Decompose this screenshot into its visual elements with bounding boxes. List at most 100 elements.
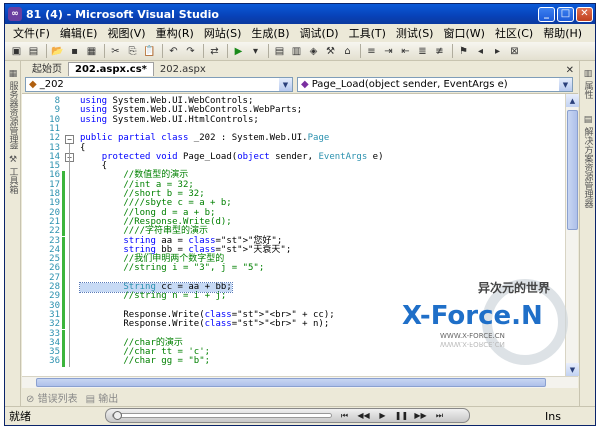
class-combo[interactable]: ◆ _202 ▼ [25, 77, 293, 92]
change-marker [62, 348, 65, 358]
scroll-down-icon[interactable]: ▼ [566, 363, 579, 376]
rewind-icon[interactable]: ◀◀ [357, 410, 370, 421]
change-marker [62, 217, 65, 228]
tab-output[interactable]: ▤ 输出 [86, 390, 119, 405]
next-bookmark-icon[interactable]: ▸ [490, 44, 505, 58]
copy-icon[interactable]: ⎘ [125, 44, 140, 58]
method-combo[interactable]: ◆ Page_Load(object sender, EventArgs e) … [297, 77, 573, 92]
tab-202-aspx[interactable]: 202.aspx [154, 63, 212, 76]
clear-bookmarks-icon[interactable]: ⊠ [507, 44, 522, 58]
properties-tab-icon: ▥ [583, 69, 593, 79]
add-item-icon[interactable]: ▤ [26, 44, 41, 58]
class-icon: ◆ [29, 79, 37, 90]
close-button[interactable]: ✕ [576, 6, 593, 22]
redo-icon[interactable]: ↷ [183, 44, 198, 58]
toolbox-label: 工具箱 [7, 167, 18, 194]
status-ready: 就绪 [9, 410, 31, 423]
menu-debug[interactable]: 调试(D) [295, 25, 344, 41]
collapse-icon[interactable]: − [65, 134, 74, 144]
menu-bar: 文件(F) 编辑(E) 视图(V) 重构(R) 网站(S) 生成(B) 调试(D… [5, 24, 595, 42]
properties-icon[interactable]: ▥ [289, 44, 304, 58]
tab-error-list[interactable]: ⊘ 错误列表 [26, 390, 78, 405]
menu-help[interactable]: 帮助(H) [538, 25, 587, 41]
horizontal-scrollbar[interactable] [22, 376, 578, 388]
scroll-up-icon[interactable]: ▲ [566, 94, 579, 107]
menu-community[interactable]: 社区(C) [490, 25, 538, 41]
menu-build[interactable]: 生成(B) [246, 25, 294, 41]
navigation-bar: ◆ _202 ▼ ◆ Page_Load(object sender, Even… [22, 76, 578, 94]
start-page-icon[interactable]: ⌂ [340, 44, 355, 58]
undo-icon[interactable]: ↶ [166, 44, 181, 58]
new-project-icon[interactable]: ▣ [9, 44, 24, 58]
pause-icon[interactable]: ❚❚ [395, 410, 408, 421]
menu-tools[interactable]: 工具(T) [344, 25, 391, 41]
menu-edit[interactable]: 编辑(E) [55, 25, 103, 41]
forward-end-icon[interactable]: ⏭ [433, 410, 446, 421]
change-marker [62, 208, 65, 218]
object-browser-icon[interactable]: ◈ [306, 44, 321, 58]
outdent-icon[interactable]: ⇤ [398, 44, 413, 58]
scroll-thumb[interactable] [567, 110, 578, 230]
cut-icon[interactable]: ✂ [108, 44, 123, 58]
tab-start-page[interactable]: 起始页 [26, 59, 68, 76]
bookmark-icon[interactable]: ⚑ [456, 44, 471, 58]
properties-tab[interactable]: ▥ 属性 [581, 69, 595, 109]
title-bar[interactable]: ∞ 81 (4) - Microsoft Visual Studio _ □ ✕ [5, 4, 595, 24]
close-document-icon[interactable]: ✕ [566, 65, 574, 76]
change-marker [62, 357, 65, 367]
toolbar-separator [203, 44, 204, 58]
change-marker [62, 283, 65, 293]
tab-202-aspx-cs[interactable]: 202.aspx.cs* [68, 62, 154, 76]
toolbox-tab-icon: ⚒ [8, 155, 18, 165]
start-debug-icon[interactable]: ▶ [231, 44, 246, 58]
code-line[interactable]: //string n = i + j; [80, 292, 226, 301]
chevron-down-icon[interactable]: ▼ [279, 78, 292, 91]
toolbar-separator [46, 44, 47, 58]
maximize-button[interactable]: □ [557, 6, 574, 22]
text-editor-icon[interactable]: ≡ [364, 44, 379, 58]
chevron-down-icon[interactable]: ▼ [559, 78, 572, 91]
seek-knob[interactable] [113, 411, 122, 420]
seek-bar[interactable] [112, 411, 332, 420]
menu-view[interactable]: 视图(V) [102, 25, 150, 41]
solution-explorer-tab[interactable]: ▤ 解决方案资源管理器 [581, 115, 595, 245]
menu-refactor[interactable]: 重构(R) [151, 25, 199, 41]
server-explorer-tab[interactable]: ▦ 服务器资源管理器 [6, 69, 20, 149]
navigate-icon[interactable]: ⇄ [207, 44, 222, 58]
menu-website[interactable]: 网站(S) [199, 25, 247, 41]
open-folder-icon[interactable]: 📂 [50, 44, 65, 58]
minimize-button[interactable]: _ [538, 6, 555, 22]
toolbox-icon[interactable]: ⚒ [323, 44, 338, 58]
toolbox-tab[interactable]: ⚒ 工具箱 [6, 155, 20, 199]
uncomment-icon[interactable]: ≢ [432, 44, 447, 58]
code-area[interactable]: 8 using System.Web.UI.WebControls; 9 using … [22, 94, 565, 376]
change-marker [62, 180, 65, 190]
solution-explorer-tab-icon: ▤ [583, 115, 593, 125]
code-line[interactable]: protected void Page_Load(object sender, … [80, 152, 384, 162]
prev-bookmark-icon[interactable]: ◂ [473, 44, 488, 58]
save-all-icon[interactable]: ▦ [84, 44, 99, 58]
indent-icon[interactable]: ⇥ [381, 44, 396, 58]
solution-config-icon[interactable]: ▾ [248, 44, 263, 58]
code-line[interactable]: Response.Write(class="st">"<br>" + n); [80, 319, 329, 329]
menu-test[interactable]: 测试(S) [391, 25, 439, 41]
change-marker [62, 236, 65, 246]
method-combo-value: Page_Load(object sender, EventArgs e) [311, 79, 508, 90]
menu-window[interactable]: 窗口(W) [438, 25, 489, 41]
code-line[interactable]: using System.Web.UI.HtmlControls; [80, 115, 259, 125]
play-icon[interactable]: ▶ [376, 410, 389, 421]
comment-icon[interactable]: ≣ [415, 44, 430, 58]
horizontal-scroll-thumb[interactable] [36, 378, 546, 387]
rewind-start-icon[interactable]: ⏮ [338, 410, 351, 421]
toolbar-separator [104, 44, 105, 58]
code-line[interactable]: //char gg = "b"; [80, 357, 210, 366]
code-line[interactable]: public partial class _202 : System.Web.U… [80, 133, 329, 143]
save-icon[interactable]: ▪ [67, 44, 82, 58]
paste-icon[interactable]: 📋 [142, 44, 157, 58]
code-editor[interactable]: 8 using System.Web.UI.WebControls; 9 using … [22, 94, 565, 376]
code-line[interactable]: //string i = "3", j = "5"; [80, 264, 264, 273]
solution-explorer-icon[interactable]: ▤ [272, 44, 287, 58]
menu-file[interactable]: 文件(F) [8, 25, 55, 41]
vertical-scrollbar[interactable]: ▲ ▼ [565, 94, 579, 376]
fast-forward-icon[interactable]: ▶▶ [414, 410, 427, 421]
